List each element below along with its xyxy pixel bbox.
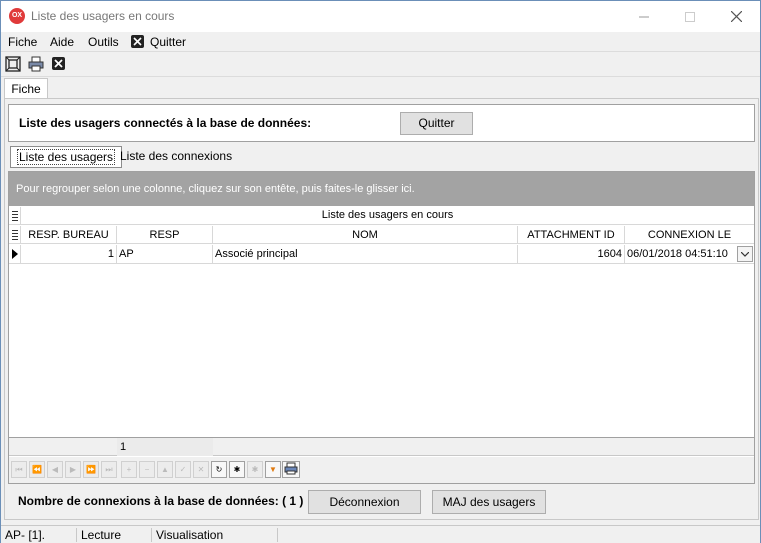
menu-fiche[interactable]: Fiche [8, 34, 37, 50]
close-icon [730, 11, 742, 23]
subtab-row: Liste des usagers Liste des connexions [8, 144, 755, 170]
list-icon [12, 230, 18, 240]
list-icon [12, 211, 18, 221]
status-mode: Lecture [77, 528, 152, 542]
column-header-nom[interactable]: NOM [213, 226, 518, 244]
current-row-indicator [9, 245, 21, 263]
fit-window-button[interactable] [5, 56, 23, 74]
nav-bookmark-icon[interactable]: ✱ [229, 461, 245, 478]
minimize-button[interactable] [621, 1, 667, 32]
status-bar: AP- [1]. Lecture Visualisation [1, 525, 760, 543]
title-bar: OX Liste des usagers en cours [1, 1, 760, 32]
fit-window-icon [5, 56, 21, 72]
cell-attachment-id[interactable]: 1604 [518, 245, 625, 263]
nav-prev-page-icon[interactable]: ⏪ [29, 461, 45, 478]
group-by-panel[interactable]: Pour regrouper selon une colonne, clique… [9, 172, 754, 206]
printer-icon [28, 56, 44, 72]
row-pointer-icon [12, 249, 18, 259]
nav-filter-icon[interactable]: ▼ [265, 461, 281, 478]
nav-goto-bookmark-icon[interactable]: ✱ [247, 461, 263, 478]
menu-bar: Fiche Aide Outils Quitter [1, 32, 760, 52]
nav-insert-icon[interactable]: + [121, 461, 137, 478]
grid-title: Liste des usagers en cours [321, 209, 454, 221]
nav-last-page-icon[interactable]: ⏭ [101, 461, 117, 478]
header-group: Liste des usagers connectés à la base de… [8, 104, 755, 142]
app-logo-icon: OX [9, 8, 25, 24]
nav-post-icon[interactable]: ✓ [175, 461, 191, 478]
grid-footer-row: 1 [9, 437, 754, 456]
refresh-users-button[interactable]: MAJ des usagers [432, 490, 546, 514]
menu-outils[interactable]: Outils [88, 34, 119, 50]
nav-print-button[interactable] [282, 461, 300, 478]
toolbar [1, 53, 760, 77]
column-header-resp-bureau[interactable]: RESP. BUREAU [21, 226, 117, 244]
disconnect-button[interactable]: Déconnexion [308, 490, 421, 514]
window-title: Liste des usagers en cours [31, 9, 175, 23]
nav-refresh-icon[interactable]: ↻ [211, 461, 227, 478]
chevron-down-icon [741, 252, 749, 257]
tab-fiche[interactable]: Fiche [4, 78, 48, 99]
menu-quitter[interactable]: Quitter [150, 34, 186, 50]
nav-next-icon[interactable]: ▶ [65, 461, 81, 478]
print-button[interactable] [28, 56, 46, 74]
datetime-dropdown-button[interactable] [737, 246, 753, 262]
nav-edit-icon[interactable]: ▲ [157, 461, 173, 478]
tab-liste-usagers[interactable]: Liste des usagers [10, 146, 123, 168]
status-view: Visualisation [152, 528, 278, 542]
tab-liste-usagers-label: Liste des usagers [17, 149, 116, 165]
nav-next-page-icon[interactable]: ⏩ [83, 461, 99, 478]
connection-count-label: Nombre de connexions à la base de donnée… [18, 494, 304, 508]
quit-icon[interactable] [131, 35, 144, 48]
column-header-attachment-id[interactable]: ATTACHMENT ID [518, 226, 625, 244]
close-form-button[interactable] [51, 56, 69, 74]
quitter-button[interactable]: Quitter [400, 112, 473, 135]
column-header-connexion-le[interactable]: CONNEXION LE [625, 226, 754, 244]
users-grid: Pour regrouper selon une colonne, clique… [8, 171, 755, 484]
column-indicator-button[interactable] [9, 226, 21, 244]
header-label: Liste des usagers connectés à la base de… [19, 116, 312, 130]
grid-title-row: Liste des usagers en cours [9, 207, 754, 225]
grid-navigator: ⏮ ⏪ ◀ ▶ ⏩ ⏭ + − ▲ ✓ ✕ ↻ ✱ ✱ ▼ [9, 457, 754, 483]
status-user: AP- [1]. [1, 528, 77, 542]
close-square-icon [52, 57, 65, 70]
table-row[interactable]: 1 AP Associé principal 1604 06/01/2018 0… [9, 245, 754, 264]
cell-nom[interactable]: Associé principal [213, 245, 518, 263]
nav-prev-icon[interactable]: ◀ [47, 461, 63, 478]
minimize-icon [639, 16, 649, 18]
maximize-icon [685, 11, 695, 22]
footer-count: 1 [117, 438, 213, 456]
cell-resp-bureau[interactable]: 1 [21, 245, 117, 263]
column-header-row: RESP. BUREAU RESP NOM ATTACHMENT ID CONN… [9, 226, 754, 244]
column-chooser-button[interactable] [9, 207, 21, 225]
nav-first-page-icon[interactable]: ⏮ [11, 461, 27, 478]
cell-resp[interactable]: AP [117, 245, 213, 263]
nav-delete-icon[interactable]: − [139, 461, 155, 478]
close-button[interactable] [713, 1, 759, 32]
app-window: OX Liste des usagers en cours Fiche Aide… [0, 0, 761, 543]
printer-icon [284, 462, 298, 475]
column-header-resp[interactable]: RESP [117, 226, 213, 244]
maximize-button[interactable] [667, 1, 713, 32]
cell-connexion-le[interactable]: 06/01/2018 04:51:10 [625, 245, 737, 263]
tab-liste-connexions[interactable]: Liste des connexions [114, 146, 238, 168]
menu-aide[interactable]: Aide [50, 34, 74, 50]
nav-cancel-icon[interactable]: ✕ [193, 461, 209, 478]
